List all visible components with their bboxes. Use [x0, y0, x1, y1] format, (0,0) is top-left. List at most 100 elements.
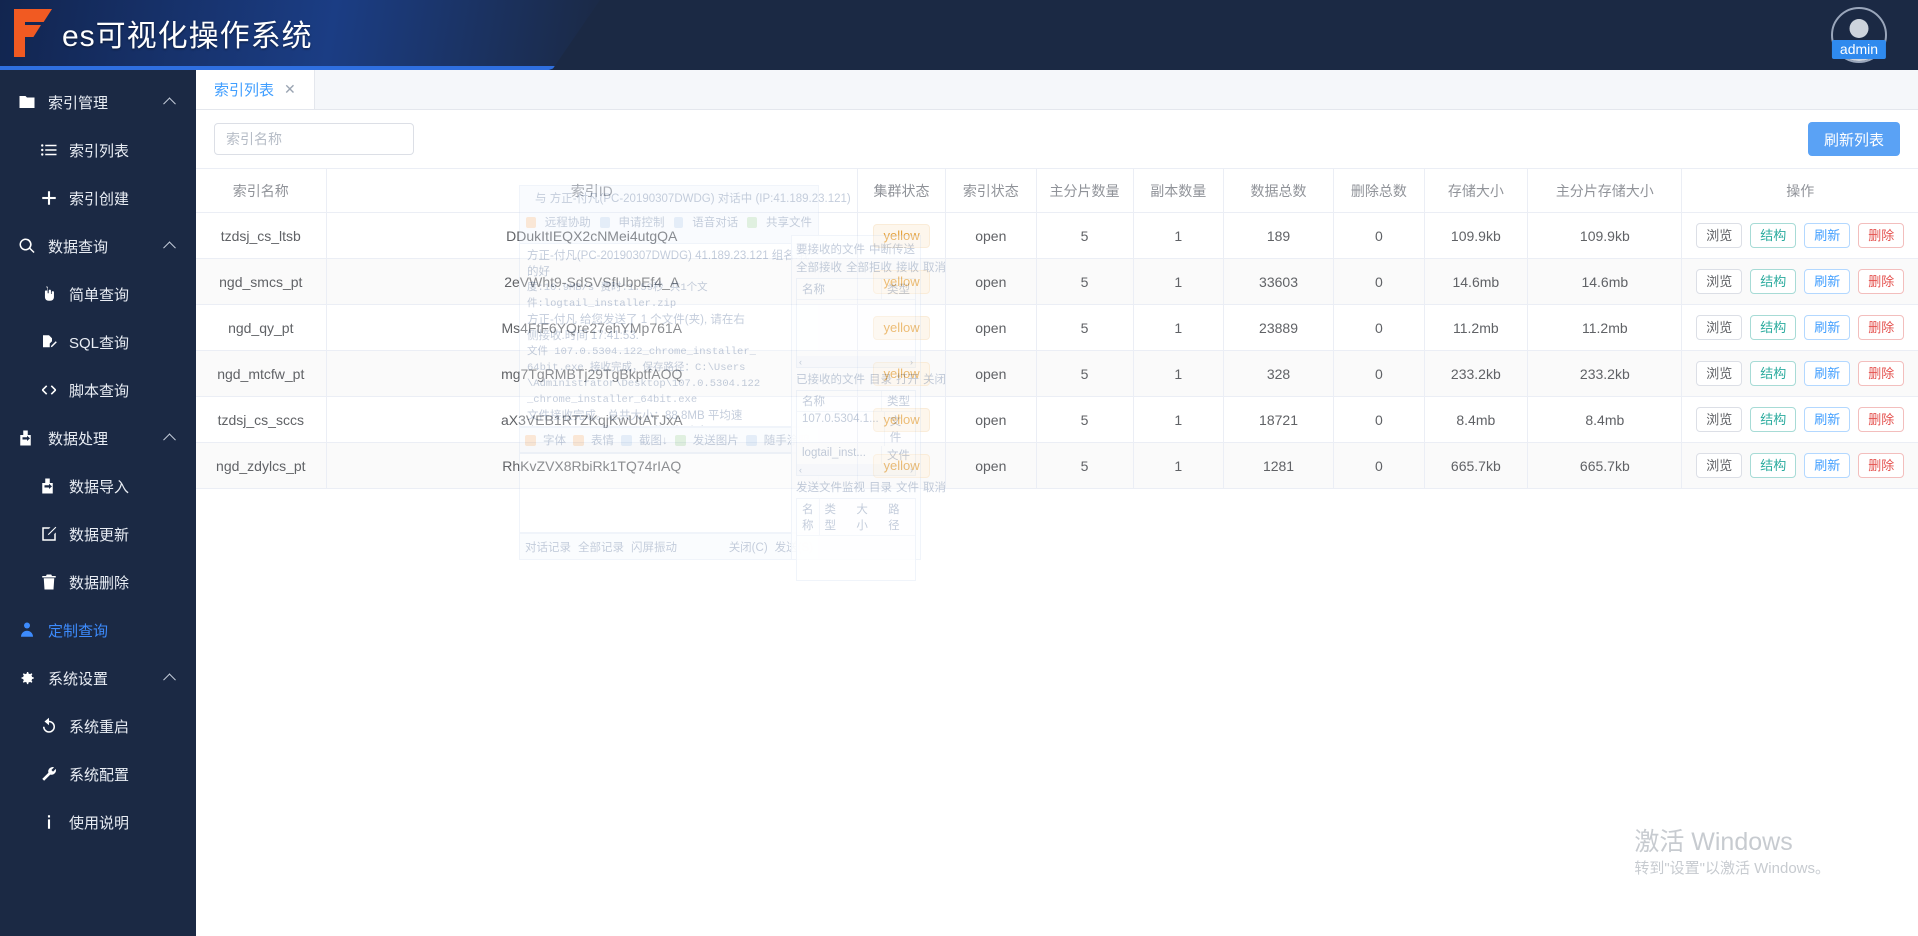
cell-index-status: open	[945, 350, 1037, 397]
structure-button[interactable]: 结构	[1750, 223, 1797, 248]
sidebar-item-data-delete[interactable]: 数据删除	[0, 558, 196, 606]
hand-write-icon	[40, 333, 58, 351]
delete-button[interactable]: 删除	[1858, 361, 1905, 386]
sidebar-item-label: 系统配置	[69, 766, 130, 784]
browse-button[interactable]: 浏览	[1696, 407, 1743, 432]
sidebar-item-label: 数据删除	[69, 574, 130, 592]
cell-deleted-count: 0	[1333, 304, 1425, 351]
file-import-icon	[18, 429, 36, 447]
browse-button[interactable]: 浏览	[1696, 223, 1743, 248]
cell-index-name: ngd_mtcfw_pt	[196, 350, 327, 397]
sidebar-item-system-config[interactable]: 系统配置	[0, 750, 196, 798]
sidebar-item-index-list[interactable]: 索引列表	[0, 126, 196, 174]
cell-index-id: mg7TgRMBTj29TgBkptfAOQ	[326, 350, 858, 397]
cell-primary-shards: 5	[1036, 304, 1134, 351]
tab-index-list[interactable]: 索引列表 ✕	[196, 69, 315, 109]
refresh-button[interactable]: 刷新	[1804, 453, 1851, 478]
cell-index-name: ngd_smcs_pt	[196, 258, 327, 305]
delete-button[interactable]: 删除	[1858, 453, 1905, 478]
cell-store-size: 14.6mb	[1424, 258, 1529, 305]
status-badge: yellow	[873, 453, 930, 478]
refresh-button[interactable]: 刷新	[1804, 407, 1851, 432]
chevron-up-icon[interactable]	[163, 241, 176, 255]
browse-button[interactable]: 浏览	[1696, 361, 1743, 386]
sidebar-item-data-import[interactable]: 数据导入	[0, 462, 196, 510]
cell-index-id: 2eVWht9-SdSVSfUbpEf4_A	[326, 258, 858, 305]
cell-deleted-count: 0	[1333, 442, 1425, 489]
structure-button[interactable]: 结构	[1750, 361, 1797, 386]
sidebar-item-label: 定制查询	[48, 622, 109, 640]
sidebar-item-simple-query[interactable]: 简单查询	[0, 270, 196, 318]
cell-operations: 浏览 结构 刷新 删除	[1681, 396, 1918, 443]
delete-button[interactable]: 删除	[1858, 407, 1905, 432]
structure-button[interactable]: 结构	[1750, 315, 1797, 340]
sidebar-group-system-settings[interactable]: 系统设置	[0, 654, 196, 702]
refresh-button[interactable]: 刷新	[1804, 315, 1851, 340]
code-icon	[40, 381, 58, 399]
cell-replicas: 1	[1133, 396, 1224, 443]
sidebar-item-data-update[interactable]: 数据更新	[0, 510, 196, 558]
cell-primary-shards: 5	[1036, 350, 1134, 397]
structure-button[interactable]: 结构	[1750, 269, 1797, 294]
cell-primary-shards: 5	[1036, 212, 1134, 259]
browse-button[interactable]: 浏览	[1696, 453, 1743, 478]
sidebar-group-data-processing[interactable]: 数据处理	[0, 414, 196, 462]
sidebar-item-label: 索引创建	[69, 190, 130, 208]
close-icon[interactable]: ✕	[284, 81, 296, 98]
table-row: ngd_mtcfw_pt mg7TgRMBTj29TgBkptfAOQ yellow…	[196, 350, 1918, 397]
index-table: 索引名称 索引ID 集群状态 索引状态 主分片数量 副本数量 数据总数 删除总数…	[196, 168, 1918, 489]
cell-index-id: Ms4FtF6YQre27ehYMp761A	[326, 304, 858, 351]
row-actions: 浏览 结构 刷新 删除	[1682, 407, 1918, 432]
cell-deleted-count: 0	[1333, 258, 1425, 305]
structure-button[interactable]: 结构	[1750, 453, 1797, 478]
refresh-list-button[interactable]: 刷新列表	[1807, 122, 1900, 156]
username-badge: admin	[1831, 40, 1887, 59]
sidebar-item-system-restart[interactable]: 系统重启	[0, 702, 196, 750]
row-actions: 浏览 结构 刷新 删除	[1682, 269, 1918, 294]
top-bar: es可视化操作系统 admin	[0, 0, 1918, 70]
browse-button[interactable]: 浏览	[1696, 315, 1743, 340]
chevron-up-icon[interactable]	[163, 673, 176, 687]
search-input[interactable]	[214, 123, 414, 155]
cell-cluster-status: yellow	[857, 350, 947, 397]
cell-index-name: tzdsj_cs_ltsb	[196, 212, 327, 259]
sidebar-group-index-management[interactable]: 索引管理	[0, 78, 196, 126]
sidebar-item-usage-guide[interactable]: 使用说明	[0, 798, 196, 846]
sidebar-item-label: 数据导入	[69, 478, 130, 496]
cell-doc-count: 189	[1223, 212, 1335, 259]
col-store-size: 存储大小	[1424, 168, 1529, 213]
refresh-button[interactable]: 刷新	[1804, 269, 1851, 294]
col-index-name: 索引名称	[196, 168, 327, 213]
cell-operations: 浏览 结构 刷新 删除	[1681, 442, 1918, 489]
brand-logo-group: es可视化操作系统	[14, 9, 313, 57]
status-badge: yellow	[873, 315, 930, 340]
table-header: 索引名称 索引ID 集群状态 索引状态 主分片数量 副本数量 数据总数 删除总数…	[196, 168, 1918, 213]
sidebar-group-data-query[interactable]: 数据查询	[0, 222, 196, 270]
cell-index-name: tzdsj_cs_sccs	[196, 396, 327, 443]
chevron-up-icon[interactable]	[163, 97, 176, 111]
refresh-button[interactable]: 刷新	[1804, 361, 1851, 386]
delete-button[interactable]: 删除	[1858, 223, 1905, 248]
browse-button[interactable]: 浏览	[1696, 269, 1743, 294]
plus-icon	[40, 189, 58, 207]
sidebar-item-label: 脚本查询	[69, 382, 130, 400]
sidebar-item-sql-query[interactable]: SQL查询	[0, 318, 196, 366]
list-icon	[40, 141, 58, 159]
cell-deleted-count: 0	[1333, 212, 1425, 259]
sidebar-item-index-create[interactable]: 索引创建	[0, 174, 196, 222]
structure-button[interactable]: 结构	[1750, 407, 1797, 432]
table-row: ngd_zdylcs_pt RhKvZVX8RbiRk1TQ74rIAQ yello…	[196, 442, 1918, 489]
user-menu[interactable]: admin	[1828, 4, 1890, 66]
delete-button[interactable]: 删除	[1858, 315, 1905, 340]
sidebar-item-label: 数据更新	[69, 526, 130, 544]
watermark-line-2: 转到"设置"以激活 Windows。	[1634, 860, 1830, 877]
chevron-up-icon[interactable]	[163, 433, 176, 447]
refresh-button[interactable]: 刷新	[1804, 223, 1851, 248]
cell-index-id: RhKvZVX8RbiRk1TQ74rIAQ	[326, 442, 858, 489]
sidebar-item-custom-query[interactable]: 定制查询	[0, 606, 196, 654]
status-badge: yellow	[873, 361, 930, 386]
delete-button[interactable]: 删除	[1858, 269, 1905, 294]
watermark-line-1: 激活 Windows	[1634, 828, 1793, 856]
cell-primary-store-size: 8.4mb	[1527, 396, 1683, 443]
sidebar-item-script-query[interactable]: 脚本查询	[0, 366, 196, 414]
